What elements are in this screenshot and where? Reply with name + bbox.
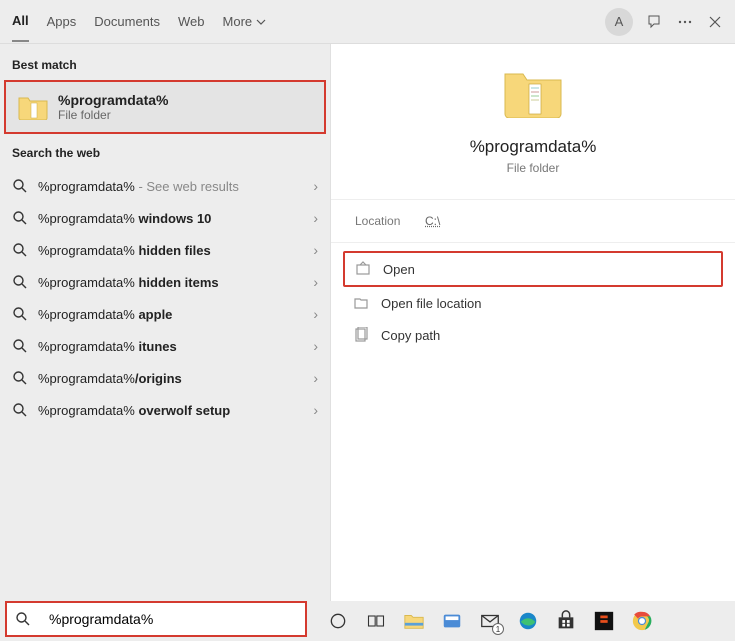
- tabs: All Apps Documents Web More: [12, 1, 605, 42]
- web-result-text: %programdata% - See web results: [38, 179, 313, 194]
- location-value[interactable]: C:\: [425, 214, 440, 228]
- close-icon[interactable]: [707, 14, 723, 30]
- action-icon: [353, 295, 369, 311]
- bottom-bar: 1: [0, 601, 735, 641]
- web-result-text: %programdata% apple: [38, 307, 313, 322]
- web-result-text: %programdata% itunes: [38, 339, 313, 354]
- action-icon: [353, 327, 369, 343]
- main: Best match %programdata% File folder Sea…: [0, 44, 735, 601]
- chevron-right-icon: ›: [313, 242, 318, 258]
- chevron-down-icon: [256, 17, 266, 27]
- store-icon[interactable]: [554, 609, 578, 633]
- mail-icon[interactable]: 1: [478, 609, 502, 633]
- app-icon-2[interactable]: [592, 609, 616, 633]
- action-label: Copy path: [381, 328, 440, 343]
- best-match-title: %programdata%: [58, 92, 168, 108]
- chevron-right-icon: ›: [313, 402, 318, 418]
- preview-title: %programdata%: [331, 137, 735, 157]
- tab-documents[interactable]: Documents: [94, 2, 160, 41]
- search-icon: [12, 210, 28, 226]
- preview-header: %programdata% File folder: [331, 44, 735, 200]
- web-result-item[interactable]: %programdata% itunes ›: [0, 330, 330, 362]
- web-result-item[interactable]: %programdata% overwolf setup ›: [0, 394, 330, 426]
- search-box[interactable]: [6, 602, 306, 636]
- chevron-right-icon: ›: [313, 370, 318, 386]
- feedback-icon[interactable]: [647, 14, 663, 30]
- edge-icon[interactable]: [516, 609, 540, 633]
- folder-icon: [503, 66, 563, 118]
- web-result-text: %programdata% hidden items: [38, 275, 313, 290]
- chevron-right-icon: ›: [313, 210, 318, 226]
- location-label: Location: [355, 214, 425, 228]
- web-result-text: %programdata% overwolf setup: [38, 403, 313, 418]
- web-result-item[interactable]: %programdata% windows 10 ›: [0, 202, 330, 234]
- more-icon[interactable]: [677, 14, 693, 30]
- taskview-icon[interactable]: [364, 609, 388, 633]
- cortana-icon[interactable]: [326, 609, 350, 633]
- web-result-item[interactable]: %programdata% - See web results ›: [0, 170, 330, 202]
- mail-badge: 1: [492, 623, 504, 635]
- action-icon: [355, 261, 371, 277]
- search-icon: [15, 611, 31, 627]
- web-result-item[interactable]: %programdata%/origins ›: [0, 362, 330, 394]
- web-result-item[interactable]: %programdata% hidden files ›: [0, 234, 330, 266]
- search-input[interactable]: [49, 611, 297, 627]
- search-icon: [12, 370, 28, 386]
- search-icon: [12, 306, 28, 322]
- actions: Open Open file location Copy path: [331, 243, 735, 359]
- search-icon: [12, 178, 28, 194]
- best-match-label: Best match: [0, 52, 330, 78]
- app-icon-1[interactable]: [440, 609, 464, 633]
- web-result-text: %programdata%/origins: [38, 371, 313, 386]
- search-icon: [12, 274, 28, 290]
- web-result-text: %programdata% windows 10: [38, 211, 313, 226]
- web-result-item[interactable]: %programdata% hidden items ›: [0, 266, 330, 298]
- web-result-item[interactable]: %programdata% apple ›: [0, 298, 330, 330]
- folder-icon: [18, 94, 48, 120]
- preview-subtitle: File folder: [331, 161, 735, 175]
- action-open-file-location[interactable]: Open file location: [343, 287, 723, 319]
- action-label: Open file location: [381, 296, 481, 311]
- avatar[interactable]: A: [605, 8, 633, 36]
- preview-pane: %programdata% File folder Location C:\ O…: [330, 44, 735, 601]
- search-icon: [12, 402, 28, 418]
- search-icon: [12, 242, 28, 258]
- action-copy-path[interactable]: Copy path: [343, 319, 723, 351]
- location-row: Location C:\: [331, 200, 735, 243]
- header: All Apps Documents Web More A: [0, 0, 735, 44]
- search-icon: [12, 338, 28, 354]
- tab-all[interactable]: All: [12, 1, 29, 42]
- web-results: %programdata% - See web results › %progr…: [0, 166, 330, 430]
- web-result-text: %programdata% hidden files: [38, 243, 313, 258]
- results-pane: Best match %programdata% File folder Sea…: [0, 44, 330, 601]
- action-label: Open: [383, 262, 415, 277]
- best-match-text: %programdata% File folder: [58, 92, 168, 122]
- chrome-icon[interactable]: [630, 609, 654, 633]
- best-match-subtitle: File folder: [58, 108, 168, 122]
- chevron-right-icon: ›: [313, 274, 318, 290]
- tab-more-label: More: [223, 14, 253, 29]
- search-web-label: Search the web: [0, 140, 330, 166]
- best-match-item[interactable]: %programdata% File folder: [4, 80, 326, 134]
- explorer-icon[interactable]: [402, 609, 426, 633]
- chevron-right-icon: ›: [313, 306, 318, 322]
- header-right: A: [605, 8, 723, 36]
- tab-more[interactable]: More: [223, 2, 267, 41]
- tab-apps[interactable]: Apps: [47, 2, 77, 41]
- chevron-right-icon: ›: [313, 338, 318, 354]
- action-open[interactable]: Open: [343, 251, 723, 287]
- taskbar: 1: [306, 609, 735, 633]
- tab-web[interactable]: Web: [178, 2, 205, 41]
- chevron-right-icon: ›: [313, 178, 318, 194]
